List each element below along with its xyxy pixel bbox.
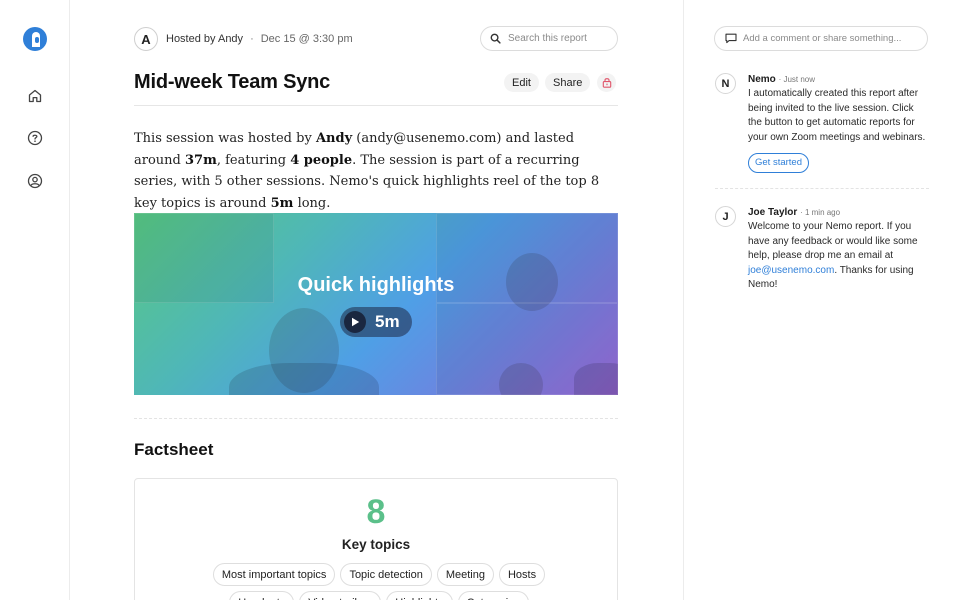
play-button[interactable]: 5m [340,307,412,337]
search-icon [490,33,501,44]
summary-people: 4 people [290,152,353,168]
key-topics-count: 8 [366,493,386,531]
topic-chips: Most important topics Topic detection Me… [179,563,579,600]
topic-chip[interactable]: Handouts [229,591,295,600]
comment-box[interactable] [714,26,928,51]
get-started-button[interactable]: Get started [748,153,809,173]
hosted-by-text: Hosted by Andy [166,33,244,45]
factsheet-title: Factsheet [134,440,214,459]
video-title: Quick highlights [297,274,455,296]
topic-chip[interactable]: Categories [457,591,529,600]
comment-avatar: J [715,206,736,227]
email-link[interactable]: joe@usenemo.com [748,265,834,276]
comment-icon [725,33,737,44]
help-circle-icon[interactable] [26,129,44,147]
report-title: Mid-week Team Sync [134,71,331,93]
edit-button[interactable]: Edit [504,73,539,92]
comments-panel: N Nemo · Just now I automatically create… [685,0,960,600]
summary-reel-length: 5m [270,195,294,211]
report-main: A Hosted by Andy · Dec 15 @ 3:30 pm Mid-… [70,0,684,600]
topic-chip[interactable]: Topic detection [340,563,432,586]
user-circle-icon[interactable] [26,172,44,190]
topic-chip[interactable]: Most important topics [212,563,336,586]
section-divider [134,418,618,419]
topic-chip[interactable]: Highlights [386,591,453,600]
share-button[interactable]: Share [545,73,591,92]
session-date: Dec 15 @ 3:30 pm [260,33,353,45]
lock-icon [602,78,611,88]
comment-text: I automatically created this report afte… [748,88,926,143]
play-icon [344,311,366,333]
topic-chip[interactable]: Meeting [436,563,494,586]
session-summary: This session was hosted by Andy (andy@us… [134,131,600,211]
factsheet-card: 8 Key topics Most important topics Topic… [134,478,618,600]
highlights-video[interactable]: Quick highlights 5m [134,213,618,395]
comment-avatar: N [715,73,736,94]
topic-chip[interactable]: Video trailers [299,591,382,600]
separator-dot: · [250,33,254,45]
nemo-logo[interactable] [23,27,47,51]
video-duration: 5m [375,312,400,331]
search-input[interactable] [508,33,608,44]
home-icon[interactable] [26,87,44,105]
comment-time: · 1 min ago [800,208,841,217]
topic-chip[interactable]: Hosts [498,563,546,586]
comment-divider [715,188,929,189]
comment-input[interactable] [743,33,913,44]
comment-author: Joe Taylor [748,207,798,218]
title-divider [134,105,618,106]
comment-text: Welcome to your Nemo report. If you have… [748,221,918,290]
key-topics-label: Key topics [341,537,411,552]
search-box[interactable] [480,26,618,51]
host-avatar[interactable]: A [134,27,158,51]
summary-host: Andy [315,131,353,146]
summary-duration: 37m [185,152,217,168]
host-row: A Hosted by Andy · Dec 15 @ 3:30 pm [134,27,353,51]
lock-button[interactable] [597,73,616,92]
comment-author: Nemo [748,74,776,85]
comment-time: · Just now [778,75,816,84]
left-rail [0,0,70,600]
